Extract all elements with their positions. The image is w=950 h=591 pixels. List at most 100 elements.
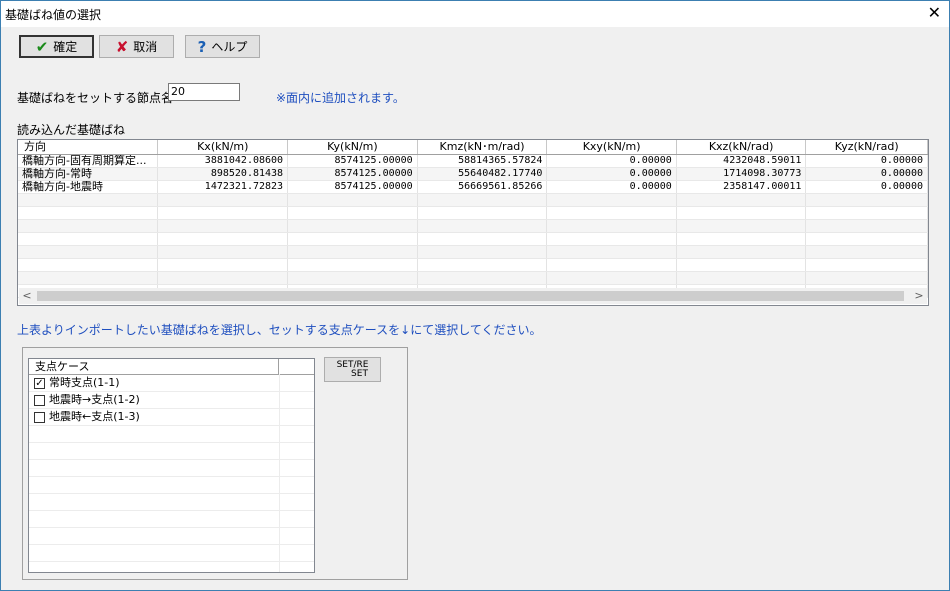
support-case-checkbox[interactable]: ✓ [34,378,45,389]
table-cell: 1714098.30773 [676,167,807,181]
row-divider [279,375,280,392]
table-cell [417,271,548,285]
support-case-item[interactable]: 地震時→支点(1-2) [29,392,314,409]
table-cell [18,245,159,259]
table-cell [287,193,418,207]
support-case-item [29,545,314,562]
support-case-list[interactable]: 支点ケース ✓ 常時支点(1-1) 地震時→支点(1-2) 地震時←支点(1-3) [28,358,315,573]
horizontal-scrollbar[interactable]: < > [19,288,927,304]
scroll-left-icon[interactable]: < [19,288,35,304]
table-cell: 4232048.59011 [676,154,807,168]
close-icon[interactable]: ✕ [928,4,941,22]
table-cell [676,271,807,285]
node-name-input[interactable]: 20 [168,83,240,101]
column-header[interactable]: Kmz(kN･m/rad) [417,140,548,155]
table-cell [157,219,289,233]
row-divider [279,460,280,477]
table-cell [287,206,418,220]
table-cell [805,258,928,272]
table-cell [546,245,677,259]
table-cell: 0.00000 [805,167,928,181]
table-cell: 3881042.08600 [157,154,289,168]
help-button[interactable]: ? ヘルプ [185,35,260,58]
table-cell: 0.00000 [546,167,677,181]
table-cell [546,193,677,207]
table-cell [676,258,807,272]
table-cell [157,193,289,207]
table-row [18,206,928,220]
table-cell: 898520.81438 [157,167,289,181]
column-header[interactable]: Kxy(kN/m) [546,140,677,155]
table-cell: 2358147.00011 [676,180,807,194]
table-row[interactable]: 橋軸方向-地震時 1472321.72823 8574125.00000 566695… [18,180,928,194]
table-cell [287,232,418,246]
column-header[interactable]: Kxz(kN/rad) [676,140,807,155]
table-row[interactable]: 橋軸方向-固有周期算定... 3881042.08600 8574125.00000… [18,154,928,168]
support-case-label: 地震時→支点(1-2) [49,393,140,406]
column-header[interactable]: 方向 [18,140,159,155]
support-case-checkbox[interactable] [34,412,45,423]
support-case-label: 常時支点(1-1) [49,376,120,389]
table-cell [546,232,677,246]
support-case-header: 支点ケース [29,359,314,375]
window-title: 基礎ばね値の選択 [5,8,102,22]
row-divider [279,562,280,572]
row-divider [279,545,280,562]
table-cell [18,271,159,285]
table-cell: 55640482.17740 [417,167,548,181]
support-case-checkbox[interactable] [34,395,45,406]
row-divider [279,426,280,443]
spring-table[interactable]: 方向 Kx(kN/m) Ky(kN/m) Kmz(kN･m/rad) Kxy(kN/m)… [17,139,929,306]
table-cell: 58814365.57824 [417,154,548,168]
checkmark-icon: ✔ [35,37,49,56]
table-cell [417,245,548,259]
table-cell [676,193,807,207]
set-reset-button[interactable]: SET/RE SET [324,357,381,382]
table-cell: 0.00000 [805,154,928,168]
ok-button[interactable]: ✔ 確定 [19,35,94,58]
support-case-item[interactable]: ✓ 常時支点(1-1) [29,375,314,392]
table-row [18,258,928,272]
support-case-label: 地震時←支点(1-3) [49,410,140,423]
support-case-item [29,562,314,572]
spring-table-caption: 読み込んだ基礎ばね [17,123,126,137]
support-case-item [29,426,314,443]
spring-table-grid: 方向 Kx(kN/m) Ky(kN/m) Kmz(kN･m/rad) Kxy(kN/m)… [18,140,928,298]
table-cell [18,232,159,246]
support-case-item[interactable]: 地震時←支点(1-3) [29,409,314,426]
table-cell [417,232,548,246]
ok-button-label: 確定 [53,40,78,54]
table-cell [805,245,928,259]
support-case-item [29,443,314,460]
table-cell: 橋軸方向-固有周期算定... [18,154,159,168]
table-cell: 1472321.72823 [157,180,289,194]
node-note: ※面内に追加されます。 [276,91,405,105]
row-divider [279,443,280,460]
table-cell: 8574125.00000 [287,167,418,181]
column-header[interactable]: Kx(kN/m) [157,140,289,155]
table-cell: 0.00000 [805,180,928,194]
table-cell: 8574125.00000 [287,154,418,168]
column-header[interactable]: Ky(kN/m) [287,140,418,155]
support-case-item [29,528,314,545]
question-icon: ? [197,37,207,56]
scrollbar-thumb[interactable] [37,291,904,301]
row-divider [279,409,280,426]
table-cell [287,219,418,233]
column-header[interactable]: Kyz(kN/rad) [805,140,928,155]
table-row [18,245,928,259]
table-cell [157,245,289,259]
table-cell [18,193,159,207]
table-cell [676,245,807,259]
row-divider [279,528,280,545]
set-reset-label-bottom: SET [351,368,368,379]
table-cell [18,258,159,272]
table-cell [805,219,928,233]
table-cell [676,232,807,246]
cancel-button[interactable]: ✘ 取消 [99,35,174,58]
row-divider [279,511,280,528]
scroll-right-icon[interactable]: > [911,288,927,304]
table-row[interactable]: 橋軸方向-常時 898520.81438 8574125.00000 55640482… [18,167,928,181]
table-cell [805,206,928,220]
table-cell [805,232,928,246]
